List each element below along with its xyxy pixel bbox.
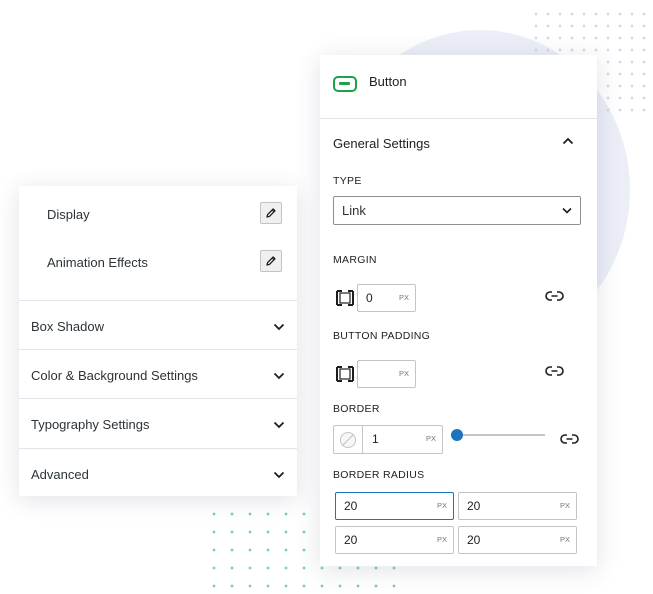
radius-value: 20 [467, 533, 481, 547]
chevron-down-icon [273, 421, 285, 428]
box-sides-icon[interactable] [336, 290, 354, 306]
section-typography[interactable]: Typography Settings [31, 417, 285, 432]
radius-value: 20 [344, 533, 358, 547]
button-settings-panel: Button General Settings TYPE Link MARGIN… [320, 55, 597, 566]
radius-unit: PX [436, 535, 447, 544]
chevron-down-icon [273, 323, 285, 330]
pencil-icon [266, 256, 276, 266]
margin-unit: PX [398, 293, 409, 302]
pencil-icon [266, 208, 276, 218]
general-settings-toggle[interactable]: General Settings [333, 136, 430, 151]
radius-value: 20 [467, 499, 481, 513]
border-slider-thumb[interactable] [451, 429, 463, 441]
divider [19, 300, 297, 301]
animation-effects-label: Animation Effects [47, 255, 148, 270]
section-box-shadow[interactable]: Box Shadow [31, 319, 285, 334]
border-unit: PX [425, 434, 436, 443]
button-padding-label: BUTTON PADDING [333, 330, 431, 342]
padding-unit: PX [398, 369, 409, 378]
border-radius-label: BORDER RADIUS [333, 469, 425, 481]
radius-unit: PX [559, 535, 570, 544]
section-label: Color & Background Settings [31, 368, 198, 383]
border-value: 1 [372, 432, 379, 446]
display-label: Display [47, 207, 90, 222]
link-icon[interactable] [545, 365, 564, 377]
margin-value: 0 [366, 291, 373, 305]
border-radius-top-right-input[interactable]: 20 PX [458, 492, 577, 520]
no-color-icon [340, 431, 356, 448]
chevron-down-icon [273, 372, 285, 379]
button-block-icon [333, 76, 357, 92]
divider [19, 398, 297, 399]
type-select[interactable]: Link [333, 196, 581, 225]
chevron-up-icon[interactable] [562, 137, 574, 145]
link-icon[interactable] [545, 290, 564, 302]
section-label: Typography Settings [31, 417, 150, 432]
chevron-down-icon [562, 207, 572, 214]
type-select-value: Link [342, 203, 366, 218]
section-color-background[interactable]: Color & Background Settings [31, 368, 285, 383]
margin-label: MARGIN [333, 254, 377, 266]
block-header: Button [320, 55, 597, 119]
border-label: BORDER [333, 403, 380, 415]
block-title: Button [369, 74, 407, 89]
link-icon[interactable] [560, 433, 579, 445]
border-width-input[interactable]: 1 PX [333, 425, 443, 454]
box-sides-icon[interactable] [336, 366, 354, 382]
radius-unit: PX [559, 501, 570, 510]
radius-unit: PX [436, 501, 447, 510]
type-label: TYPE [333, 175, 362, 187]
chevron-down-icon [273, 471, 285, 478]
section-advanced[interactable]: Advanced [31, 467, 285, 482]
display-edit-button[interactable] [260, 202, 282, 224]
section-label: Box Shadow [31, 319, 104, 334]
divider [19, 349, 297, 350]
border-radius-bottom-right-input[interactable]: 20 PX [458, 526, 577, 554]
button-padding-input[interactable]: PX [357, 360, 416, 388]
border-color-swatch[interactable] [334, 426, 363, 453]
margin-input[interactable]: 0 PX [357, 284, 416, 312]
section-label: Advanced [31, 467, 89, 482]
border-radius-top-left-input[interactable]: 20 PX [335, 492, 454, 520]
divider [19, 448, 297, 449]
radius-value: 20 [344, 499, 358, 513]
border-radius-bottom-left-input[interactable]: 20 PX [335, 526, 454, 554]
border-slider-track[interactable] [457, 434, 545, 436]
block-settings-panel: Display Animation Effects Box Shadow Col… [19, 186, 297, 496]
animation-effects-edit-button[interactable] [260, 250, 282, 272]
